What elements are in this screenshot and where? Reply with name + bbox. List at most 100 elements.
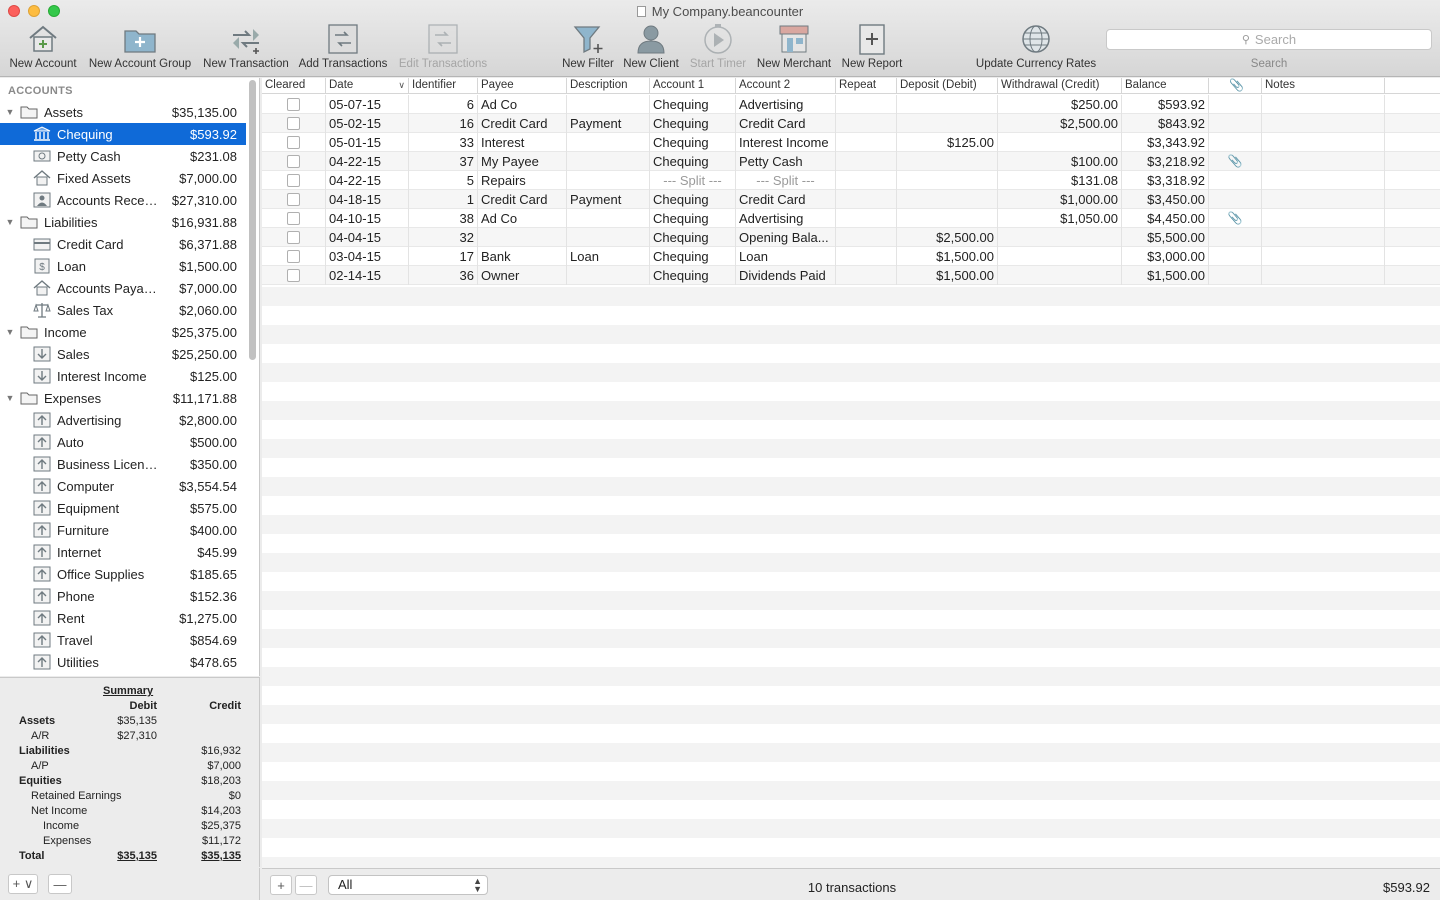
cell-account-2[interactable]: Opening Bala... <box>736 228 836 247</box>
cell-withdrawal[interactable]: $250.00 <box>998 95 1122 114</box>
sidebar-item-income[interactable]: ▼ Income $25,375.00 <box>0 321 246 343</box>
cell-description[interactable]: Payment <box>567 190 650 209</box>
column-header-cleared[interactable]: Cleared <box>262 78 326 94</box>
cell-account-1[interactable]: Chequing <box>650 114 736 133</box>
cell-cleared[interactable] <box>262 171 326 190</box>
cell-payee[interactable]: Credit Card <box>478 190 567 209</box>
cell-payee[interactable]: Bank <box>478 247 567 266</box>
table-row[interactable]: 03-04-15 17 Bank Loan Chequing Loan $1,500.00 $… <box>262 247 1440 266</box>
cell-account-1[interactable]: Chequing <box>650 247 736 266</box>
table-row[interactable]: 04-22-15 37 My Payee Chequing Petty Cash $100… <box>262 152 1440 171</box>
disclosure-triangle-icon[interactable]: ▼ <box>5 217 15 227</box>
cell-repeat[interactable] <box>836 228 897 247</box>
cell-cleared[interactable] <box>262 152 326 171</box>
sidebar-item-interest-income[interactable]: Interest Income $125.00 <box>0 365 246 387</box>
cell-identifier[interactable]: 17 <box>409 247 478 266</box>
search-input[interactable]: ⚲ Search <box>1106 29 1432 50</box>
sidebar-item-liabilities[interactable]: ▼ Liabilities $16,931.88 <box>0 211 246 233</box>
cell-identifier[interactable]: 36 <box>409 266 478 285</box>
cell-balance[interactable]: $3,450.00 <box>1122 190 1209 209</box>
cell-deposit[interactable] <box>897 152 998 171</box>
sidebar-item-petty-cash[interactable]: Petty Cash $231.08 <box>0 145 246 167</box>
cell-date[interactable]: 04-22-15 <box>326 171 409 190</box>
cell-payee[interactable]: Ad Co <box>478 95 567 114</box>
remove-account-button[interactable]: — <box>48 874 72 894</box>
cell-account-2[interactable]: Interest Income <box>736 133 836 152</box>
cell-account-1[interactable]: Chequing <box>650 266 736 285</box>
add-account-menu-button[interactable]: + ∨ <box>8 874 38 894</box>
sidebar-item-loan[interactable]: $ Loan $1,500.00 <box>0 255 246 277</box>
sidebar-item-advertising[interactable]: Advertising $2,800.00 <box>0 409 246 431</box>
cell-account-2[interactable]: Credit Card <box>736 190 836 209</box>
cell-date[interactable]: 05-07-15 <box>326 95 409 114</box>
cell-account-2[interactable]: Advertising <box>736 95 836 114</box>
cell-payee[interactable]: Owner <box>478 266 567 285</box>
cell-cleared[interactable] <box>262 266 326 285</box>
column-header-withdrawal[interactable]: Withdrawal (Credit) <box>998 78 1122 94</box>
cell-balance[interactable]: $3,343.92 <box>1122 133 1209 152</box>
cell-identifier[interactable]: 33 <box>409 133 478 152</box>
cell-withdrawal[interactable]: $131.08 <box>998 171 1122 190</box>
cell-withdrawal[interactable]: $1,050.00 <box>998 209 1122 228</box>
remove-transaction-button[interactable]: — <box>295 875 317 895</box>
cell-balance[interactable]: $4,450.00 <box>1122 209 1209 228</box>
cleared-checkbox[interactable] <box>287 98 300 111</box>
cell-balance[interactable]: $3,218.92 <box>1122 152 1209 171</box>
cell-balance[interactable]: $843.92 <box>1122 114 1209 133</box>
cell-withdrawal[interactable] <box>998 247 1122 266</box>
cell-attachment[interactable]: 📎 <box>1209 152 1262 171</box>
cell-balance[interactable]: $1,500.00 <box>1122 266 1209 285</box>
cell-notes[interactable] <box>1262 247 1385 266</box>
column-header-payee[interactable]: Payee <box>478 78 567 94</box>
cell-payee[interactable]: My Payee <box>478 152 567 171</box>
sidebar-item-utilities[interactable]: Utilities $478.65 <box>0 651 246 673</box>
cell-date[interactable]: 04-04-15 <box>326 228 409 247</box>
sidebar-item-phone[interactable]: Phone $152.36 <box>0 585 246 607</box>
cell-deposit[interactable]: $2,500.00 <box>897 228 998 247</box>
cell-attachment[interactable] <box>1209 190 1262 209</box>
cell-repeat[interactable] <box>836 95 897 114</box>
cell-account-1[interactable]: Chequing <box>650 95 736 114</box>
add-transaction-button[interactable]: + <box>270 875 292 895</box>
cell-date[interactable]: 05-01-15 <box>326 133 409 152</box>
cell-payee[interactable]: Credit Card <box>478 114 567 133</box>
sidebar-item-business-licenses[interactable]: Business Licenses/... $350.00 <box>0 453 246 475</box>
cell-notes[interactable] <box>1262 228 1385 247</box>
cell-cleared[interactable] <box>262 133 326 152</box>
cell-withdrawal[interactable]: $1,000.00 <box>998 190 1122 209</box>
cell-cleared[interactable] <box>262 209 326 228</box>
cell-account-2[interactable]: Loan <box>736 247 836 266</box>
cell-balance[interactable]: $3,000.00 <box>1122 247 1209 266</box>
edit-transactions-button[interactable]: Edit Transactions <box>383 22 503 74</box>
table-row[interactable]: 04-22-15 5 Repairs --- Split --- --- Split -… <box>262 171 1440 190</box>
cell-identifier[interactable]: 1 <box>409 190 478 209</box>
cell-attachment[interactable] <box>1209 266 1262 285</box>
cell-deposit[interactable] <box>897 171 998 190</box>
column-header-notes[interactable]: Notes <box>1262 78 1385 94</box>
cell-balance[interactable]: $3,318.92 <box>1122 171 1209 190</box>
cell-date[interactable]: 02-14-15 <box>326 266 409 285</box>
cell-repeat[interactable] <box>836 114 897 133</box>
column-header-account-1[interactable]: Account 1 <box>650 78 736 94</box>
sidebar-item-auto[interactable]: Auto $500.00 <box>0 431 246 453</box>
cell-description[interactable] <box>567 266 650 285</box>
cell-date[interactable]: 03-04-15 <box>326 247 409 266</box>
new-account-group-button[interactable]: New Account Group <box>80 22 200 74</box>
cell-attachment[interactable] <box>1209 133 1262 152</box>
column-header-identifier[interactable]: Identifier <box>409 78 478 94</box>
sidebar-item-computer[interactable]: Computer $3,554.54 <box>0 475 246 497</box>
cell-deposit[interactable]: $1,500.00 <box>897 266 998 285</box>
cell-attachment[interactable] <box>1209 228 1262 247</box>
column-header-account-2[interactable]: Account 2 <box>736 78 836 94</box>
cell-description[interactable] <box>567 152 650 171</box>
sidebar-item-accounts-receiv[interactable]: Accounts Receiv... $27,310.00 <box>0 189 246 211</box>
cell-attachment[interactable] <box>1209 95 1262 114</box>
cleared-checkbox[interactable] <box>287 117 300 130</box>
update-currency-rates-button[interactable]: Update Currency Rates <box>976 22 1096 74</box>
cell-date[interactable]: 04-22-15 <box>326 152 409 171</box>
cell-account-1[interactable]: Chequing <box>650 209 736 228</box>
cell-account-1[interactable]: Chequing <box>650 152 736 171</box>
cell-deposit[interactable] <box>897 114 998 133</box>
sidebar-item-chequing[interactable]: Chequing $593.92 <box>0 123 246 145</box>
cell-notes[interactable] <box>1262 152 1385 171</box>
